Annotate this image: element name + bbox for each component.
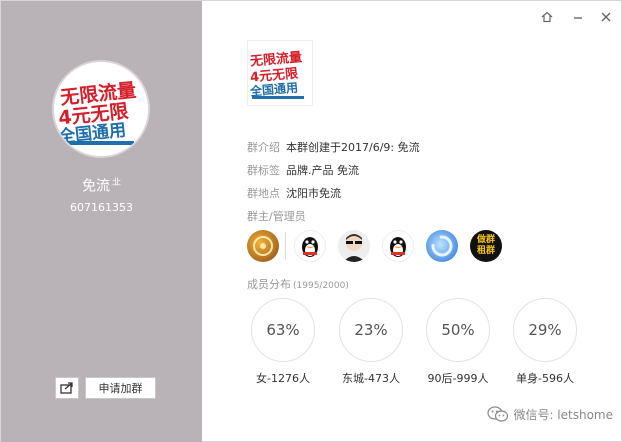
blue-swirl-avatar[interactable]	[426, 230, 458, 262]
rent-group-line-1: 做群	[476, 235, 495, 245]
group-sidebar: 无限流量 4元无限 全国通用 免流㐀 607161353 申请加群	[1, 1, 202, 442]
info-location-key: 群地点	[247, 187, 280, 200]
wechat-icon	[487, 406, 509, 422]
wechat-watermark: 微信号: letshome	[487, 405, 613, 423]
group-name: 免流㐀	[1, 175, 202, 196]
owner-avatar[interactable]	[247, 230, 279, 262]
qq-penguin-avatar[interactable]	[382, 230, 414, 262]
stat-age-ring: 50%	[426, 298, 490, 362]
admins-list: 做群 租群	[247, 229, 514, 263]
rent-group-avatar[interactable]: 做群 租群	[470, 230, 502, 262]
qq-penguin-avatar[interactable]	[294, 230, 326, 262]
stat-single-ring: 29%	[513, 298, 577, 362]
stat-single-label: 单身-596人	[516, 372, 574, 385]
group-name-text: 免流	[81, 178, 110, 195]
admins-title: 群主/管理员	[247, 210, 306, 223]
minimize-icon[interactable]	[571, 10, 585, 24]
group-level-icon: 㐀	[111, 178, 121, 188]
stat-district[interactable]: 23% 东城-473人	[337, 298, 405, 386]
group-logo-image: 无限流量 4元无限 全国通用	[54, 62, 148, 156]
group-number: 607161353	[70, 201, 133, 214]
sunglasses-avatar[interactable]	[338, 230, 370, 262]
admin-divider	[285, 232, 286, 260]
group-profile-window: 无限流量 4元无限 全国通用 免流㐀 607161353 申请加群 无限流量 4…	[0, 0, 622, 442]
info-intro-row: 群介绍 本群创建于2017/6/9: 免流	[247, 139, 420, 155]
info-tags-row: 群标签 品牌.产品 免流	[247, 162, 359, 178]
rent-group-line-2: 租群	[476, 246, 495, 256]
stat-female-label: 女-1276人	[256, 372, 310, 385]
share-button[interactable]	[55, 377, 79, 399]
watermark-text: 微信号: letshome	[513, 407, 613, 422]
stat-district-label: 东城-473人	[342, 372, 400, 385]
group-avatar: 无限流量 4元无限 全国通用	[52, 60, 150, 158]
home-icon[interactable]	[540, 10, 554, 24]
info-tags-key: 群标签	[247, 164, 280, 177]
stat-age[interactable]: 50% 90后-999人	[424, 298, 492, 386]
members-title-text: 成员分布	[247, 278, 291, 291]
close-icon[interactable]	[599, 10, 613, 24]
members-title: 成员分布 (1995/2000)	[247, 276, 349, 292]
info-intro-key: 群介绍	[247, 141, 280, 154]
stat-female-ring: 63%	[251, 298, 315, 362]
info-tags-value[interactable]: 品牌.产品 免流	[286, 164, 359, 177]
stat-district-ring: 23%	[339, 298, 403, 362]
stat-female[interactable]: 63% 女-1276人	[249, 298, 317, 386]
group-logo-thumbnail: 无限流量 4元无限 全国通用	[247, 40, 313, 106]
members-count: (1995/2000)	[293, 281, 349, 291]
stat-age-label: 90后-999人	[427, 372, 489, 385]
join-group-button[interactable]: 申请加群	[85, 377, 156, 399]
share-icon	[60, 382, 73, 394]
stat-single[interactable]: 29% 单身-596人	[511, 298, 579, 386]
info-location-row: 群地点 沈阳市免流	[247, 185, 341, 201]
info-location-value: 沈阳市免流	[286, 187, 341, 200]
info-intro-value: 本群创建于2017/6/9: 免流	[286, 141, 420, 154]
